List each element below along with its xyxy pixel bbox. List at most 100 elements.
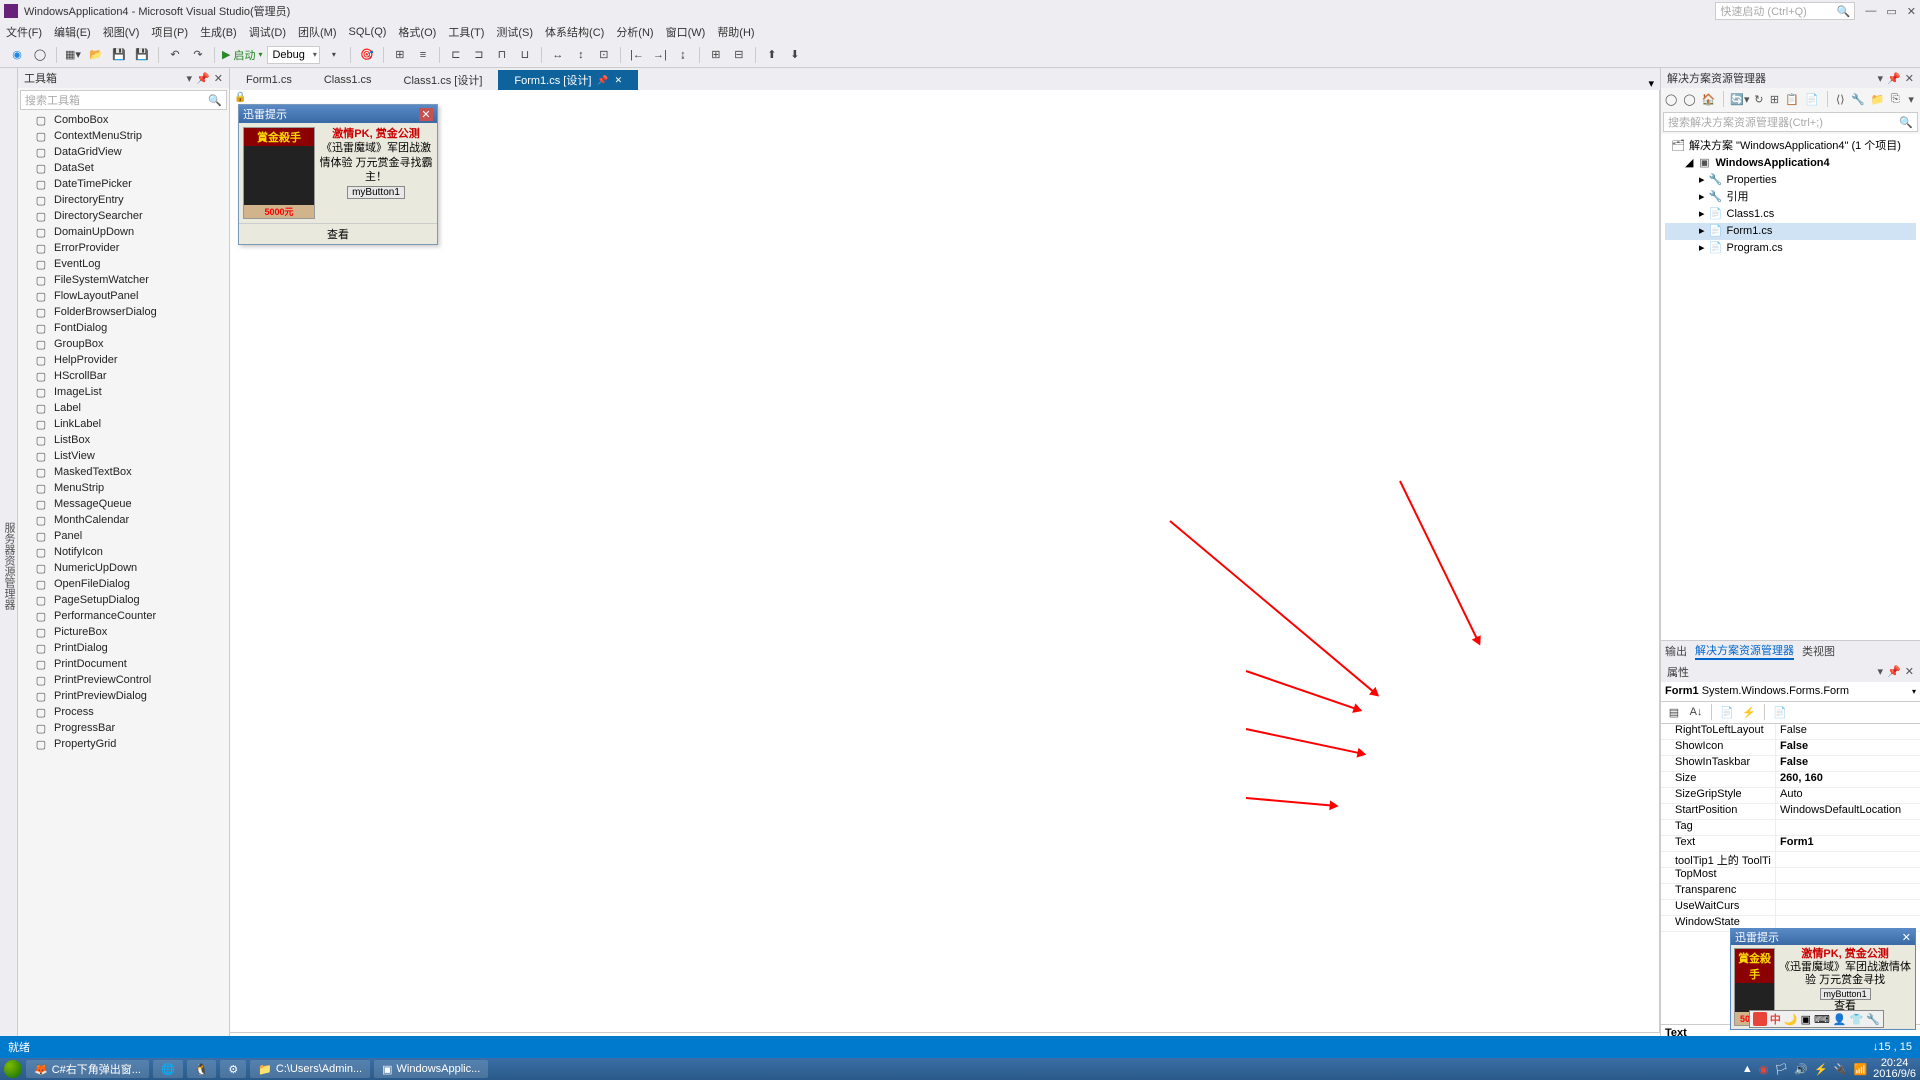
ime-toolbar[interactable]: 中 🌙▣⌨👤👕🔧	[1749, 1010, 1884, 1028]
design-surface[interactable]: 🔒 迅雷提示✕ 賞金殺手5000元 激情PK, 赏金公测 《迅雷魔域》军团战激情…	[230, 90, 1660, 1032]
toolbox-item[interactable]: ▢DataGridView	[18, 144, 229, 160]
save-all-icon[interactable]: 💾	[133, 46, 151, 64]
property-row[interactable]: toolTip1 上的 ToolTi	[1661, 852, 1920, 868]
menu-item[interactable]: 工具(T)	[448, 24, 484, 40]
close-icon[interactable]: ✕	[1905, 665, 1914, 678]
toolbox-item[interactable]: ▢DomainUpDown	[18, 224, 229, 240]
dropdown-icon[interactable]: ▾	[187, 72, 193, 85]
toolbox-item[interactable]: ▢ComboBox	[18, 112, 229, 128]
toolbox-item[interactable]: ▢HelpProvider	[18, 352, 229, 368]
tree-node[interactable]: ▸📄Program.cs	[1665, 240, 1916, 257]
document-tab[interactable]: Class1.cs [设计]	[388, 70, 499, 90]
popup-close-icon[interactable]: ✕	[1902, 931, 1911, 944]
toolbox-item[interactable]: ▢PropertyGrid	[18, 736, 229, 752]
refresh-icon[interactable]: ↻	[1754, 91, 1764, 107]
toolbox-item[interactable]: ▢DataSet	[18, 160, 229, 176]
close-icon[interactable]: ✕	[214, 72, 223, 85]
taskbar[interactable]: 🦊C#右下角弹出窗...🌐🐧⚙📁C:\Users\Admin...▣Window…	[0, 1058, 1920, 1080]
menu-item[interactable]: 体系结构(C)	[545, 24, 604, 40]
menu-item[interactable]: 格式(O)	[398, 24, 436, 40]
events-icon[interactable]: ⚡	[1740, 703, 1758, 721]
toolbox-item[interactable]: ▢PageSetupDialog	[18, 592, 229, 608]
pin-icon[interactable]: 📌	[597, 75, 608, 86]
menu-item[interactable]: SQL(Q)	[349, 26, 387, 38]
solution-tree[interactable]: 🗂解决方案 "WindowsApplication4" (1 个项目) ◢▣Wi…	[1661, 134, 1920, 263]
toolbox-item[interactable]: ▢PictureBox	[18, 624, 229, 640]
property-row[interactable]: Size260, 160	[1661, 772, 1920, 788]
property-row[interactable]: Transparenc	[1661, 884, 1920, 900]
property-row[interactable]: StartPositionWindowsDefaultLocation	[1661, 804, 1920, 820]
close-tab-icon[interactable]: ✕	[615, 75, 623, 86]
config-combo[interactable]: Debug	[267, 46, 319, 64]
taskbar-button[interactable]: 📁C:\Users\Admin...	[250, 1060, 370, 1078]
categorized-icon[interactable]: ▤	[1665, 703, 1683, 721]
tree-node[interactable]: ▸🔧Properties	[1665, 172, 1916, 189]
sogou-icon[interactable]	[1753, 1012, 1767, 1026]
toolbox-item[interactable]: ▢PrintDocument	[18, 656, 229, 672]
menu-item[interactable]: 帮助(H)	[717, 24, 754, 40]
pin-icon[interactable]: 📌	[1887, 72, 1901, 85]
toolbox-item[interactable]: ▢MessageQueue	[18, 496, 229, 512]
tree-node[interactable]: ▸📄Form1.cs	[1665, 223, 1916, 240]
view-link[interactable]: 查看	[327, 229, 349, 241]
server-explorer-tab[interactable]: 服务器资源管理器	[0, 68, 18, 1058]
menu-item[interactable]: 分析(N)	[616, 24, 653, 40]
grid-icon[interactable]: ⊞	[391, 46, 409, 64]
toolbox-item[interactable]: ▢HScrollBar	[18, 368, 229, 384]
home-icon[interactable]: 🏠	[1702, 91, 1716, 107]
tree-node[interactable]: ▸🔧引用	[1665, 189, 1916, 206]
fwd-icon[interactable]: ◯	[1683, 91, 1695, 107]
quick-launch-input[interactable]: 快速启动 (Ctrl+Q)🔍	[1715, 2, 1855, 20]
property-row[interactable]: UseWaitCurs	[1661, 900, 1920, 916]
property-row[interactable]: ShowInTaskbarFalse	[1661, 756, 1920, 772]
toolbox-item[interactable]: ▢NotifyIcon	[18, 544, 229, 560]
form-close-icon[interactable]: ✕	[419, 108, 433, 121]
toolbox-item[interactable]: ▢Panel	[18, 528, 229, 544]
toolbox-item[interactable]: ▢DirectoryEntry	[18, 192, 229, 208]
panel-tab[interactable]: 输出	[1665, 643, 1687, 659]
save-icon[interactable]: 💾	[110, 46, 128, 64]
menu-item[interactable]: 窗口(W)	[666, 24, 706, 40]
menu-item[interactable]: 团队(M)	[298, 24, 337, 40]
sogou-tray-icon[interactable]: ◉	[1759, 1063, 1769, 1076]
toolbox-item[interactable]: ▢DirectorySearcher	[18, 208, 229, 224]
nav-back-icon[interactable]: ◉	[8, 46, 26, 64]
document-tab[interactable]: Class1.cs	[308, 70, 388, 90]
toolbox-item[interactable]: ▢GroupBox	[18, 336, 229, 352]
undo-icon[interactable]: ↶	[166, 46, 184, 64]
maximize-icon[interactable]: ▭	[1886, 5, 1896, 18]
toolbox-item[interactable]: ▢LinkLabel	[18, 416, 229, 432]
property-row[interactable]: ShowIconFalse	[1661, 740, 1920, 756]
taskbar-button[interactable]: 🦊C#右下角弹出窗...	[26, 1060, 149, 1078]
toolbox-item[interactable]: ▢MenuStrip	[18, 480, 229, 496]
toolbox-item[interactable]: ▢PerformanceCounter	[18, 608, 229, 624]
pin-icon[interactable]: 📌	[196, 72, 210, 85]
menu-item[interactable]: 视图(V)	[103, 24, 140, 40]
panel-tab[interactable]: 解决方案资源管理器	[1695, 642, 1794, 660]
toolbox-item[interactable]: ▢FolderBrowserDialog	[18, 304, 229, 320]
toolbox-item[interactable]: ▢EventLog	[18, 256, 229, 272]
toolbox-item[interactable]: ▢ErrorProvider	[18, 240, 229, 256]
tool-icon[interactable]: 🎯	[358, 46, 376, 64]
property-row[interactable]: Tag	[1661, 820, 1920, 836]
toolbox-search[interactable]: 搜索工具箱🔍	[20, 90, 227, 110]
alpha-icon[interactable]: A↓	[1687, 703, 1705, 721]
toolbox-item[interactable]: ▢ImageList	[18, 384, 229, 400]
toolbox-item[interactable]: ▢OpenFileDialog	[18, 576, 229, 592]
nav-fwd-icon[interactable]: ◯	[31, 46, 49, 64]
menu-item[interactable]: 调试(D)	[249, 24, 286, 40]
start-button[interactable]	[4, 1060, 22, 1078]
taskbar-button[interactable]: ▣WindowsApplic...	[374, 1060, 488, 1078]
property-row[interactable]: SizeGripStyleAuto	[1661, 788, 1920, 804]
toolbox-item[interactable]: ▢FontDialog	[18, 320, 229, 336]
toolbox-item[interactable]: ▢PrintDialog	[18, 640, 229, 656]
mybutton1[interactable]: myButton1	[347, 186, 405, 199]
menu-item[interactable]: 测试(S)	[496, 24, 533, 40]
start-button[interactable]: ▶启动▾	[222, 47, 262, 63]
toolbox-item[interactable]: ▢ContextMenuStrip	[18, 128, 229, 144]
menu-item[interactable]: 项目(P)	[151, 24, 188, 40]
panel-tab[interactable]: 类视图	[1802, 643, 1835, 659]
pin-icon[interactable]: 📌	[1887, 665, 1901, 678]
toolbox-item[interactable]: ▢FileSystemWatcher	[18, 272, 229, 288]
new-project-icon[interactable]: ▦▾	[64, 46, 82, 64]
